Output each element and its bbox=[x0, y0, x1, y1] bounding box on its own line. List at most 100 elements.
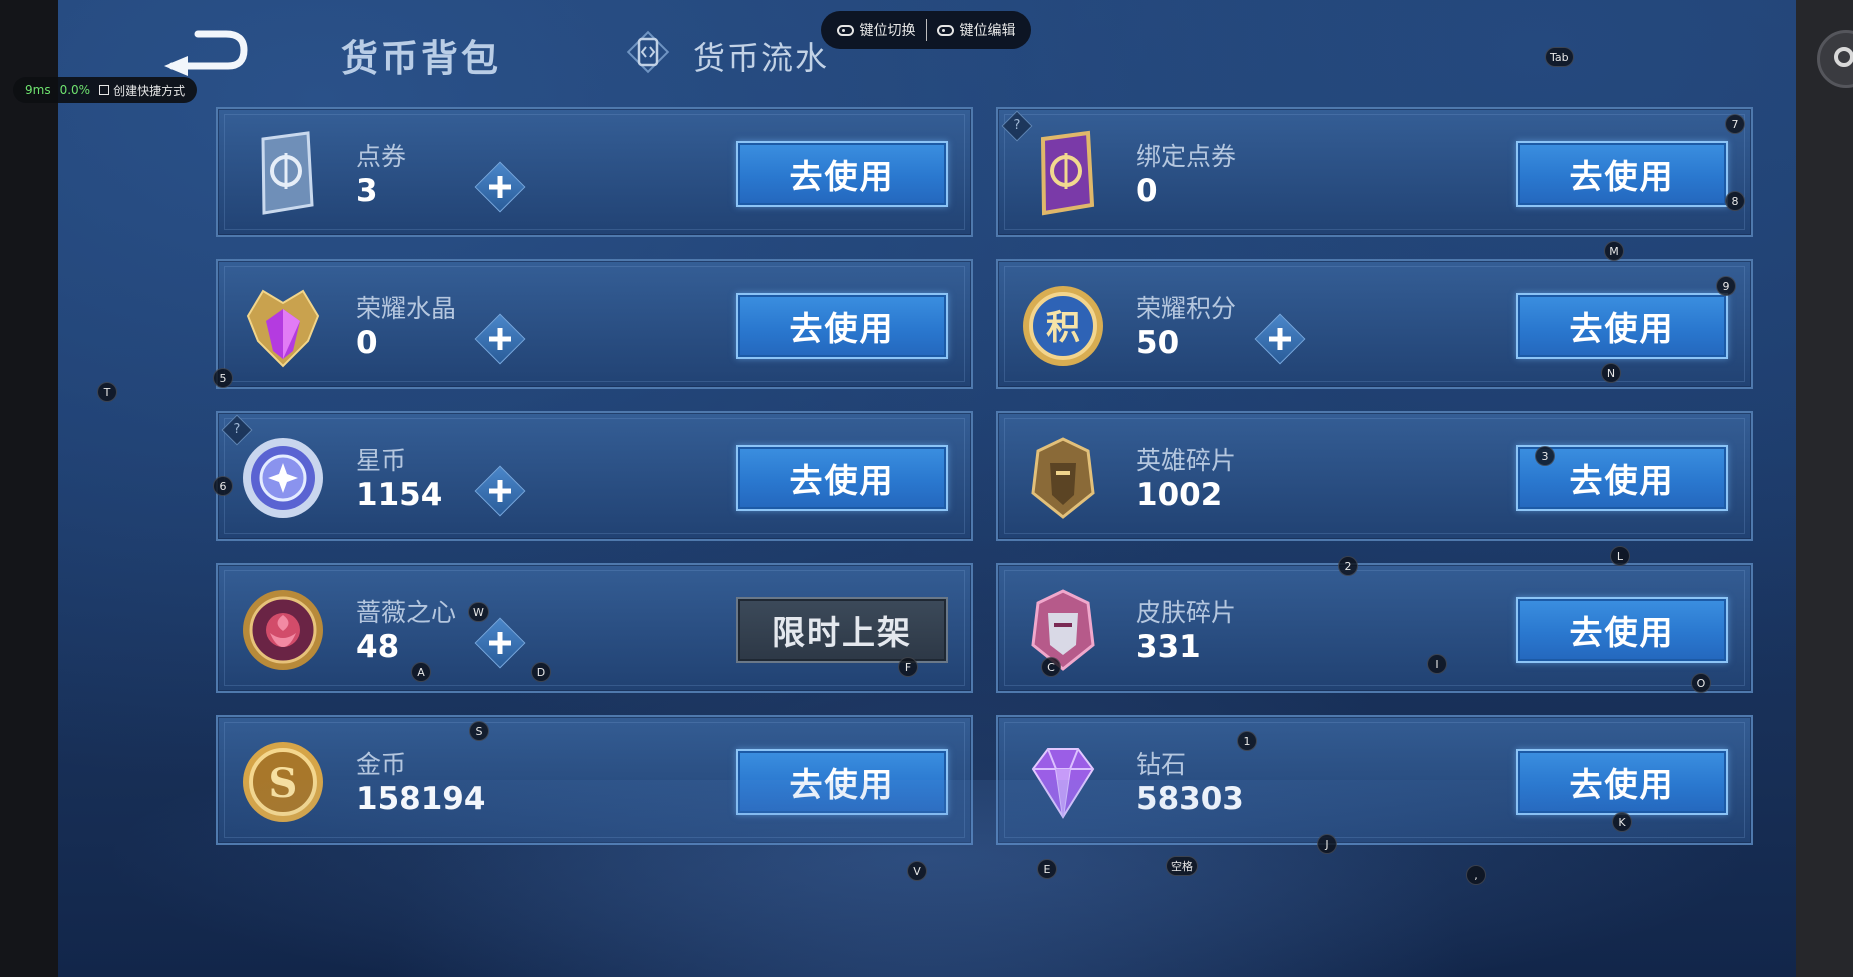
keymap-toolbar: 键位切换 键位编辑 bbox=[821, 11, 1031, 49]
packet-loss-readout: 0.0% bbox=[59, 83, 91, 97]
currency-name: 蔷薇之心 bbox=[356, 598, 457, 627]
key-marker: 9 bbox=[1716, 276, 1736, 296]
use-button[interactable]: 去使用 bbox=[1516, 293, 1728, 359]
key-marker: 7 bbox=[1725, 114, 1745, 134]
key-marker: A bbox=[411, 662, 431, 682]
key-marker: Tab bbox=[1545, 47, 1574, 67]
hero-shard-icon bbox=[1018, 433, 1108, 523]
keymap-switch-label: 键位切换 bbox=[859, 23, 916, 39]
use-button[interactable]: 去使用 bbox=[1516, 597, 1728, 663]
currency-amount: 50 bbox=[1136, 325, 1180, 361]
bound-voucher-icon bbox=[1018, 129, 1108, 219]
keymap-switch-button[interactable]: 键位切换 bbox=[827, 20, 926, 40]
key-marker: F bbox=[898, 657, 918, 677]
key-marker: 空格 bbox=[1166, 856, 1198, 876]
key-marker: V bbox=[907, 861, 927, 881]
tab-currency-flow[interactable]: 货币流水 bbox=[693, 33, 829, 79]
key-marker: 8 bbox=[1725, 191, 1745, 211]
key-marker: 1 bbox=[1237, 731, 1257, 751]
tab-currency-bag[interactable]: 货币背包 bbox=[341, 28, 501, 82]
game-screen: 货币背包 货币流水 点券 3 去使用? 绑定点券 0 去使用 荣耀水晶 0 去使用积荣耀积分 50… bbox=[58, 0, 1796, 977]
key-marker: 2 bbox=[1338, 556, 1358, 576]
currency-name: 金币 bbox=[356, 750, 407, 779]
add-currency-button[interactable] bbox=[1254, 313, 1306, 365]
gamepad-icon bbox=[936, 24, 954, 36]
currency-amount: 0 bbox=[1136, 173, 1158, 209]
currency-card: S 金币 158194 去使用 bbox=[216, 715, 973, 845]
currency-name: 皮肤碎片 bbox=[1136, 598, 1237, 627]
key-marker: L bbox=[1610, 546, 1630, 566]
currency-amount: 58303 bbox=[1136, 781, 1244, 817]
key-marker: D bbox=[531, 662, 551, 682]
key-marker: 3 bbox=[1535, 446, 1555, 466]
key-marker: N bbox=[1601, 363, 1621, 383]
currency-amount: 331 bbox=[1136, 629, 1201, 665]
currency-name: 英雄碎片 bbox=[1136, 446, 1237, 475]
svg-text:积: 积 bbox=[1046, 308, 1080, 348]
create-shortcut-button[interactable]: 创建快捷方式 bbox=[99, 82, 185, 99]
key-marker: O bbox=[1691, 673, 1711, 693]
currency-card: ? 星币 1154 去使用 bbox=[216, 411, 973, 541]
star-coin-icon bbox=[238, 433, 328, 523]
currency-name: 星币 bbox=[356, 446, 407, 475]
currency-name: 绑定点券 bbox=[1136, 142, 1237, 171]
currency-amount: 0 bbox=[356, 325, 378, 361]
performance-bar: 9ms 0.0% 创建快捷方式 bbox=[13, 77, 198, 103]
key-marker: I bbox=[1427, 654, 1447, 674]
glory-points-icon: 积 bbox=[1018, 281, 1108, 371]
key-marker: 5 bbox=[213, 368, 233, 388]
use-button[interactable]: 去使用 bbox=[736, 749, 948, 815]
gold-coin-icon: S bbox=[238, 737, 328, 827]
currency-amount: 1154 bbox=[356, 477, 443, 513]
key-marker: S bbox=[469, 721, 489, 741]
key-marker: T bbox=[97, 382, 117, 402]
rose-heart-icon bbox=[238, 585, 328, 675]
use-button[interactable]: 去使用 bbox=[1516, 141, 1728, 207]
use-button[interactable]: 去使用 bbox=[1516, 749, 1728, 815]
use-button[interactable]: 去使用 bbox=[736, 141, 948, 207]
add-currency-button[interactable] bbox=[474, 161, 526, 213]
back-arrow-icon[interactable] bbox=[158, 28, 248, 76]
currency-card: 积 荣耀积分 50 去使用 bbox=[996, 259, 1753, 389]
currency-amount: 1002 bbox=[1136, 477, 1223, 513]
create-shortcut-label: 创建快捷方式 bbox=[113, 83, 186, 98]
gamepad-icon bbox=[836, 24, 854, 36]
currency-name: 荣耀积分 bbox=[1136, 294, 1237, 323]
latency-readout: 9ms bbox=[25, 83, 51, 97]
glory-crystal-icon bbox=[238, 281, 328, 371]
shortcut-icon bbox=[99, 85, 110, 95]
currency-card: 皮肤碎片 331 去使用 bbox=[996, 563, 1753, 693]
currency-name: 点券 bbox=[356, 142, 407, 171]
key-marker: C bbox=[1041, 657, 1061, 677]
currency-name: 荣耀水晶 bbox=[356, 294, 457, 323]
use-button[interactable]: 去使用 bbox=[736, 293, 948, 359]
currency-card: ? 绑定点券 0 去使用 bbox=[996, 107, 1753, 237]
currency-amount: 158194 bbox=[356, 781, 486, 817]
limited-time-button[interactable]: 限时上架 bbox=[736, 597, 948, 663]
currency-name: 钻石 bbox=[1136, 750, 1187, 779]
skin-shard-icon bbox=[1018, 585, 1108, 675]
add-currency-button[interactable] bbox=[474, 617, 526, 669]
currency-card: 荣耀水晶 0 去使用 bbox=[216, 259, 973, 389]
emulator-sidebar bbox=[1796, 0, 1853, 977]
key-marker: M bbox=[1604, 241, 1624, 261]
keymap-edit-label: 键位编辑 bbox=[959, 23, 1016, 39]
key-marker: 6 bbox=[213, 476, 233, 496]
use-button[interactable]: 去使用 bbox=[736, 445, 948, 511]
currency-amount: 48 bbox=[356, 629, 400, 665]
currency-card: 蔷薇之心 48 限时上架 bbox=[216, 563, 973, 693]
key-marker: J bbox=[1317, 834, 1337, 854]
key-marker: , bbox=[1466, 865, 1486, 885]
key-marker: K bbox=[1612, 812, 1632, 832]
diamond-icon bbox=[1018, 737, 1108, 827]
key-marker: W bbox=[468, 602, 489, 622]
keymap-edit-button[interactable]: 键位编辑 bbox=[927, 20, 1026, 40]
add-currency-button[interactable] bbox=[474, 313, 526, 365]
key-marker: E bbox=[1037, 859, 1057, 879]
currency-flow-icon[interactable] bbox=[626, 30, 670, 74]
currency-amount: 3 bbox=[356, 173, 378, 209]
currency-card: 英雄碎片 1002 去使用 bbox=[996, 411, 1753, 541]
currency-card: 钻石 58303 去使用 bbox=[996, 715, 1753, 845]
voucher-icon bbox=[238, 129, 328, 219]
add-currency-button[interactable] bbox=[474, 465, 526, 517]
